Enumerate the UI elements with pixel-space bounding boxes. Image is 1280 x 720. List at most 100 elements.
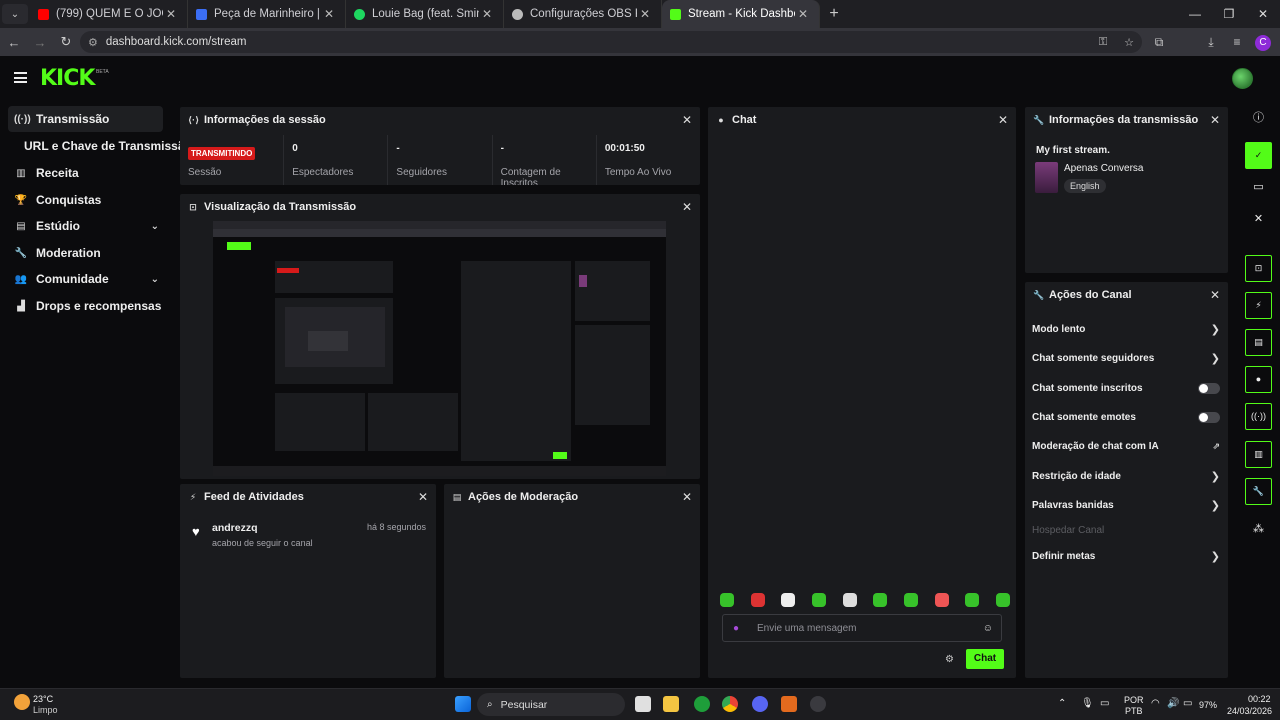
new-tab-button[interactable]: + <box>820 5 848 23</box>
age-restriction-row[interactable]: Restrição de idade ❯ <box>1032 465 1220 487</box>
input-language[interactable]: POR <box>1124 695 1144 705</box>
volume-icon[interactable]: 🔊 <box>1167 698 1179 709</box>
wrench-panel-button[interactable]: 🔧 <box>1245 478 1272 505</box>
close-icon[interactable]: ✕ <box>418 490 428 504</box>
set-goals-row[interactable]: Definir metas ❯ <box>1032 545 1220 567</box>
sidebar-item-url-chave[interactable]: URL e Chave de Transmissão <box>8 133 192 159</box>
moderation-panel-button[interactable]: ▤ <box>1245 329 1272 356</box>
browser-menu-icon[interactable]: ⋮ <box>1276 35 1280 49</box>
drops-panel-button[interactable]: ▥ <box>1245 441 1272 468</box>
sidebar-item-conquistas[interactable]: 🏆 Conquistas <box>8 187 163 213</box>
xbox-icon[interactable] <box>694 696 710 712</box>
community-icon[interactable]: ⁂ <box>1245 519 1272 539</box>
emote-icon[interactable] <box>934 593 949 607</box>
emote-icon[interactable] <box>903 593 918 607</box>
sidebar-item-transmissao[interactable]: ((·)) Transmissão <box>8 106 163 132</box>
close-tab-icon[interactable]: ✕ <box>321 7 337 21</box>
chat-send-button[interactable]: Chat <box>966 649 1004 669</box>
clock-time[interactable]: 00:22 <box>1248 694 1271 704</box>
browser-tab[interactable]: Configurações OBS Kick ✕ <box>504 0 662 28</box>
browser-tab-active[interactable]: Stream - Kick Dashboard ✕ <box>662 0 820 28</box>
emote-icon[interactable] <box>965 593 980 607</box>
extensions-icon[interactable]: ⧉ <box>1146 35 1172 50</box>
close-rail-icon[interactable]: ✕ <box>1245 209 1272 229</box>
browser-tab[interactable]: Louie Bag (feat. Smino) • Yo ✕ <box>346 0 504 28</box>
close-icon[interactable]: ✕ <box>682 200 692 214</box>
close-tab-icon[interactable]: ✕ <box>479 7 495 21</box>
close-icon[interactable]: ✕ <box>1210 288 1220 302</box>
emote-icon[interactable] <box>873 593 888 607</box>
weather-icon[interactable] <box>14 694 30 710</box>
close-tab-icon[interactable]: ✕ <box>637 7 653 21</box>
emote-icon[interactable] <box>842 593 857 607</box>
followers-only-row[interactable]: Chat somente seguidores ❯ <box>1032 347 1220 369</box>
emoji-icon[interactable]: ☺ <box>983 623 993 634</box>
close-icon[interactable]: ✕ <box>1210 113 1220 127</box>
close-icon[interactable]: ✕ <box>682 113 692 127</box>
emotes-only-toggle[interactable] <box>1198 411 1220 423</box>
hamburger-menu-icon[interactable] <box>14 72 27 83</box>
sidebar-item-receita[interactable]: ▥ Receita <box>8 160 163 186</box>
profile-avatar[interactable]: C <box>1250 34 1276 51</box>
chat-message-input[interactable]: ● Envie uma mensagem ☺ <box>722 614 1002 642</box>
activity-panel-button[interactable]: ⚡ <box>1245 292 1272 319</box>
taskbar-search[interactable]: ⌕ Pesquisar <box>477 693 625 716</box>
windows-start-icon[interactable] <box>455 696 471 712</box>
chevron-up-icon[interactable]: ⌃ <box>1058 698 1066 709</box>
task-view-icon[interactable] <box>635 696 651 712</box>
emote-icon[interactable] <box>781 593 796 607</box>
reload-icon[interactable]: ↻ <box>54 34 78 50</box>
ai-moderation-row[interactable]: Moderação de chat com IA ⇗ <box>1032 435 1220 457</box>
browser-tab[interactable]: (799) QUEM É O JOGADOR PRO ✕ <box>30 0 188 28</box>
microphone-icon[interactable]: 🎙 <box>1081 698 1094 709</box>
emote-icon[interactable] <box>995 593 1010 607</box>
obs-icon[interactable] <box>810 696 826 712</box>
file-explorer-icon[interactable] <box>663 696 679 712</box>
downloads-icon[interactable]: ⤓ <box>1198 35 1224 50</box>
sidebar-item-estudio[interactable]: ▤ Estúdio ⌄ <box>8 213 163 239</box>
password-key-icon[interactable]: ⚿ <box>1090 36 1116 49</box>
close-icon[interactable]: ✕ <box>998 113 1008 127</box>
slow-mode-row[interactable]: Modo lento ❯ <box>1032 318 1220 340</box>
close-tab-icon[interactable]: ✕ <box>163 7 179 21</box>
wifi-icon[interactable]: ◠ <box>1151 698 1160 709</box>
reading-list-icon[interactable]: ≡ <box>1224 35 1250 49</box>
keyboard-layout[interactable]: PTB <box>1125 706 1143 716</box>
sidebar-item-drops[interactable]: ▟ Drops e recompensas <box>8 293 163 319</box>
close-tab-icon[interactable]: ✕ <box>795 7 811 21</box>
check-button[interactable]: ✓ <box>1245 142 1272 169</box>
feed-user-name[interactable]: andrezzq <box>212 522 258 534</box>
subscribers-only-toggle[interactable] <box>1198 382 1220 394</box>
banned-words-row[interactable]: Palavras banidas ❯ <box>1032 494 1220 516</box>
sidebar-item-comunidade[interactable]: 👥 Comunidade ⌄ <box>8 266 163 292</box>
chrome-icon[interactable] <box>722 696 738 712</box>
emote-icon[interactable] <box>750 593 765 607</box>
browser-tab[interactable]: Peça de Marinheiro | Jogue na ✕ <box>188 0 346 28</box>
gear-icon[interactable]: ⚙ <box>945 654 954 665</box>
forward-icon[interactable]: → <box>28 35 52 50</box>
close-icon[interactable]: ✕ <box>682 490 692 504</box>
chat-panel-button[interactable]: ● <box>1245 366 1272 393</box>
preview-panel-button[interactable]: ⊡ <box>1245 255 1272 282</box>
discord-icon[interactable] <box>752 696 768 712</box>
app-icon[interactable] <box>781 696 797 712</box>
info-icon[interactable]: ⓘ <box>1245 108 1272 128</box>
kick-logo[interactable]: KICK <box>40 66 95 91</box>
close-window-icon[interactable]: ✕ <box>1246 0 1280 28</box>
bookmark-star-icon[interactable]: ☆ <box>1116 36 1142 49</box>
stream-preview-video[interactable] <box>213 221 666 476</box>
maximize-icon[interactable]: ❐ <box>1212 0 1246 28</box>
microphone-icon[interactable]: ● <box>733 623 743 634</box>
sidebar-item-moderation[interactable]: 🔧 Moderation <box>8 240 163 266</box>
minimize-icon[interactable]: — <box>1178 0 1212 28</box>
emote-icon[interactable] <box>811 593 826 607</box>
battery-icon[interactable]: ▭ <box>1183 698 1192 709</box>
display-icon[interactable]: ▭ <box>1100 698 1109 709</box>
back-icon[interactable]: ← <box>2 35 26 50</box>
tab-search-button[interactable]: ⌄ <box>2 4 28 24</box>
layout-icon[interactable]: ▭ <box>1245 177 1272 197</box>
site-info-icon[interactable]: ⚙ <box>88 36 98 49</box>
clock-date[interactable]: 24/03/2026 <box>1227 706 1272 716</box>
user-avatar[interactable] <box>1232 68 1253 89</box>
address-bar[interactable]: ⚙ dashboard.kick.com/stream ⚿ ☆ <box>80 31 1142 53</box>
